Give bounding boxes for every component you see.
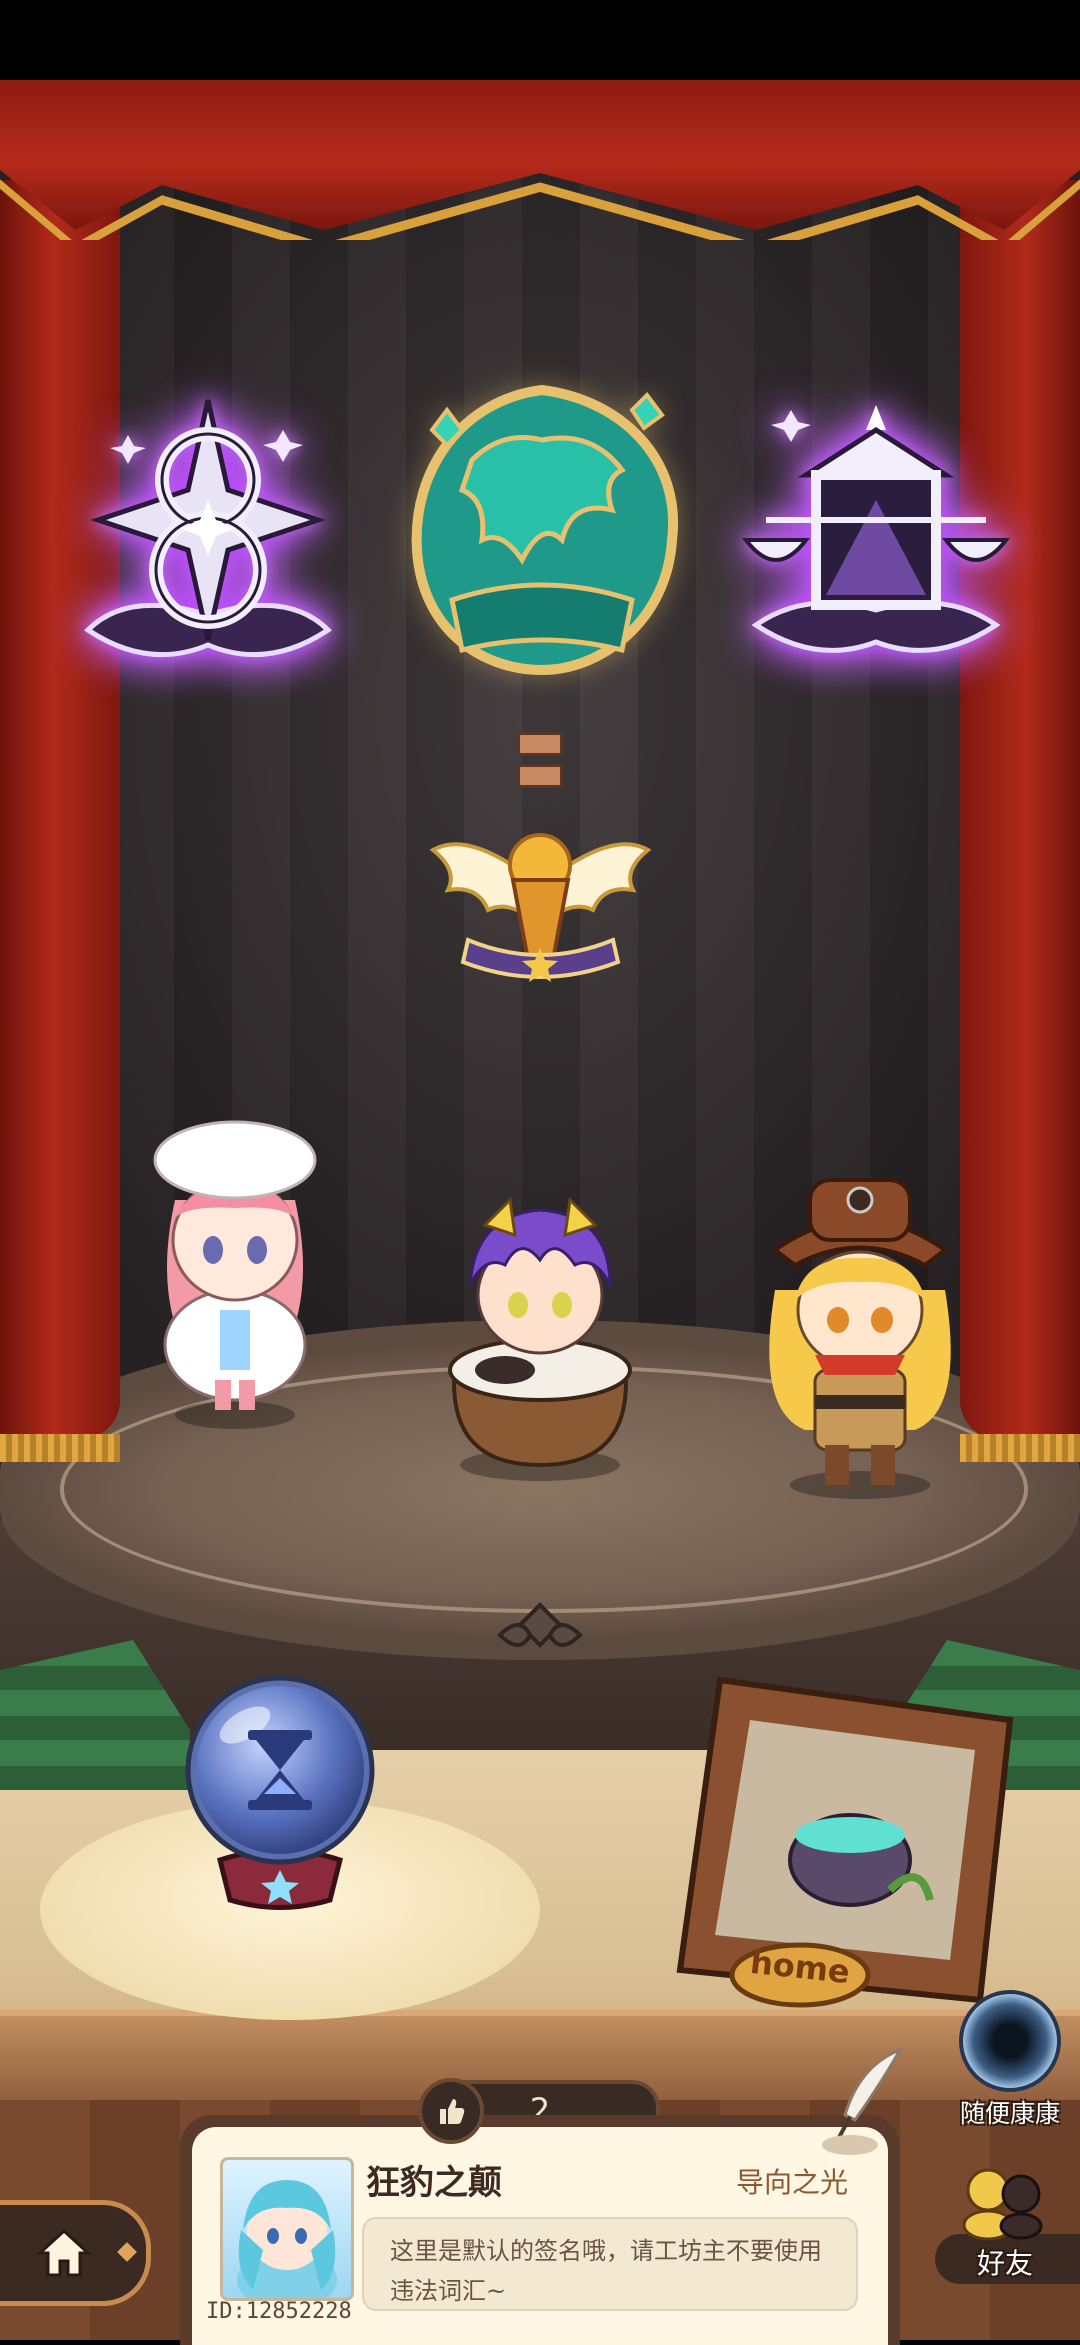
- quill-pen-icon[interactable]: [820, 2045, 910, 2155]
- avatar[interactable]: [220, 2157, 354, 2301]
- friends-label: 好友: [976, 2247, 1033, 2280]
- user-id: ID:12852228: [206, 2299, 352, 2324]
- thumbs-up-icon[interactable]: [418, 2078, 484, 2144]
- blonde-explorer-girl-character[interactable]: [745, 1170, 985, 1500]
- friends-icon: [962, 2168, 1043, 2240]
- friends-button[interactable]: 好友: [935, 2160, 1080, 2290]
- random-visit-button[interactable]: 随便康康: [940, 1990, 1080, 2130]
- diamond-ornament: [117, 2242, 137, 2262]
- equals-divider-icon: [517, 732, 563, 788]
- player-title: 导向之光: [735, 2166, 848, 2199]
- profile-card: ID:12852228 狂豹之颠 导向之光 这里是默认的签名哦，请工坊主不要使用…: [180, 2115, 900, 2345]
- figure-eight-star-badge[interactable]: [68, 380, 348, 680]
- status-bar: [0, 0, 1080, 80]
- crystal-ball[interactable]: [180, 1670, 380, 1920]
- pink-hair-girl-character[interactable]: [135, 1090, 335, 1430]
- portal-icon: [959, 1990, 1061, 2092]
- stage-emblem: [490, 1600, 590, 1670]
- signature-box[interactable]: 这里是默认的签名哦，请工坊主不要使用违法词汇~: [362, 2217, 858, 2311]
- winged-torch-badge[interactable]: [428, 810, 653, 995]
- home-picture-frame[interactable]: home: [660, 1660, 1020, 2020]
- purple-hair-boy-character[interactable]: [425, 1165, 655, 1485]
- game-scene: home: [0, 80, 1080, 2340]
- hourglass-icon: [248, 1730, 312, 1810]
- username: 狂豹之颠: [366, 2163, 502, 2203]
- left-curtain: [0, 180, 120, 1462]
- curtain-valance: [0, 80, 1080, 230]
- house-icon: [36, 2228, 92, 2277]
- random-visit-label: 随便康康: [959, 2099, 1060, 2128]
- teal-lion-badge[interactable]: [392, 370, 692, 690]
- home-button[interactable]: [0, 2200, 151, 2306]
- lantern-scales-badge[interactable]: [736, 380, 1016, 680]
- signature-text: 这里是默认的签名哦，请工坊主不要使用违法词汇~: [390, 2237, 822, 2305]
